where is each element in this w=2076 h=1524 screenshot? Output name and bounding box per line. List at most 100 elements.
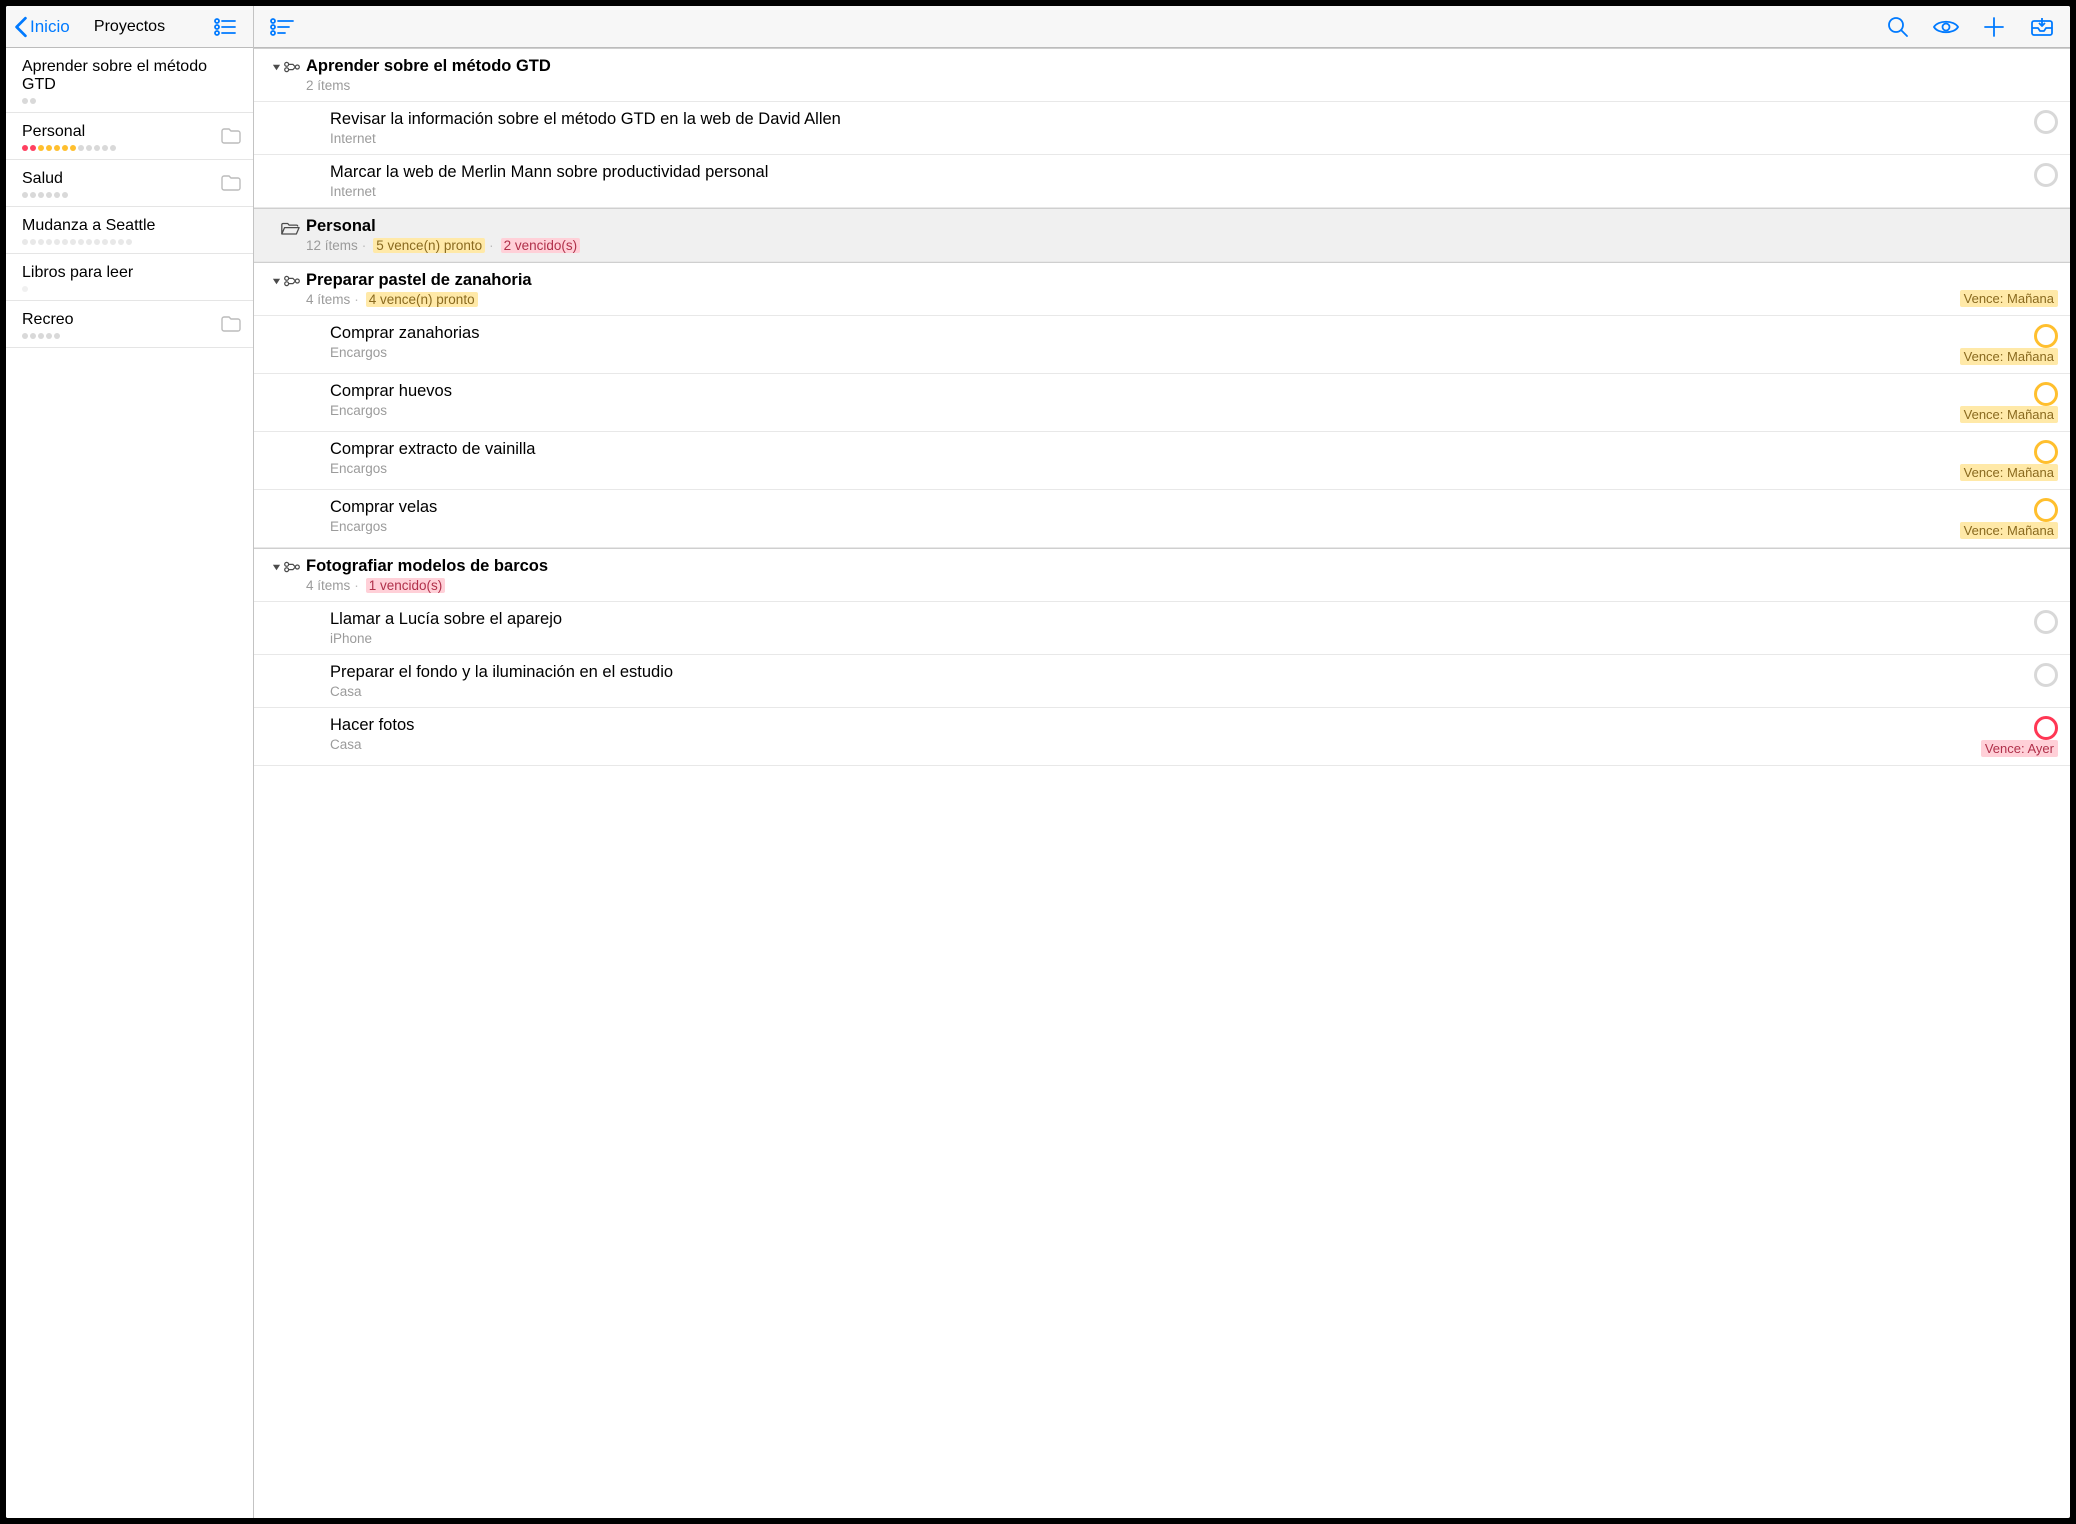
sidebar-item-title: Salud [22, 170, 241, 188]
row-content: Personal 12 ítems·5 vence(n) pronto·2 ven… [300, 217, 2050, 253]
row-content: Comprar velasEncargos [300, 498, 1952, 534]
complete-checkbox[interactable] [2034, 324, 2058, 348]
row-content: Comprar zanahorias Encargos [300, 324, 1952, 360]
complete-checkbox[interactable] [2034, 382, 2058, 406]
context-label: Encargos [330, 461, 387, 476]
row-subtitle: Encargos [330, 461, 1952, 476]
main-list: Aprender sobre el método GTD2 ítems Revis… [254, 48, 2070, 1518]
row-subtitle: Encargos [330, 519, 1952, 534]
due-badge: Vence: Mañana [1960, 522, 2058, 539]
folder-open-icon [280, 221, 300, 236]
task-row[interactable]: Comprar zanahorias Encargos Vence: Mañana [254, 316, 2070, 374]
sidebar-item[interactable]: Salud [6, 160, 253, 207]
row-right [2034, 163, 2058, 199]
back-label: Inicio [30, 17, 70, 37]
complete-checkbox[interactable] [2034, 498, 2058, 522]
context-label: Encargos [330, 345, 387, 360]
due-soon-chip: 5 vence(n) pronto [373, 238, 485, 253]
filter-icon[interactable] [262, 7, 302, 47]
eye-icon[interactable] [1926, 7, 1966, 47]
due-badge: Vence: Mañana [1960, 406, 2058, 423]
project-row[interactable]: Preparar pastel de zanahoria4 ítems·4 ve… [254, 262, 2070, 316]
context-label: Encargos [330, 403, 387, 418]
row-title: Comprar extracto de vainilla [330, 440, 1952, 459]
row-subtitle: Internet [330, 184, 2026, 199]
sidebar-item[interactable]: Recreo [6, 301, 253, 348]
progress-dots [22, 239, 241, 245]
context-label: iPhone [330, 631, 372, 646]
complete-checkbox[interactable] [2034, 663, 2058, 687]
project-row[interactable]: Fotografiar modelos de barcos4 ítems·1 v… [254, 548, 2070, 602]
row-subtitle: Casa [330, 684, 2026, 699]
due-badge: Vence: Mañana [1960, 290, 2058, 307]
view-options-icon[interactable] [205, 7, 245, 47]
progress-dots [22, 286, 241, 292]
row-handle [262, 663, 300, 667]
task-row[interactable]: Preparar el fondo y la iluminación en el… [254, 655, 2070, 708]
row-subtitle: 12 ítems·5 vence(n) pronto·2 vencido(s) [306, 238, 2050, 253]
row-handle [262, 557, 300, 573]
progress-dots [22, 333, 241, 339]
add-icon[interactable] [1974, 7, 2014, 47]
sidebar-item[interactable]: Aprender sobre el método GTD [6, 48, 253, 113]
due-soon-chip: 4 vence(n) pronto [366, 292, 478, 307]
search-icon[interactable] [1878, 7, 1918, 47]
task-row[interactable]: Hacer fotosCasaVence: Ayer [254, 708, 2070, 766]
complete-checkbox[interactable] [2034, 110, 2058, 134]
sidebar-item[interactable]: Personal [6, 113, 253, 160]
disclosure-triangle-icon[interactable] [272, 63, 281, 72]
row-content: Preparar el fondo y la iluminación en el… [300, 663, 2026, 699]
disclosure-triangle-icon[interactable] [272, 277, 281, 286]
row-subtitle: iPhone [330, 631, 2026, 646]
disclosure-triangle-icon[interactable] [272, 563, 281, 572]
row-right: Vence: Ayer [1981, 716, 2058, 757]
overdue-chip: 1 vencido(s) [366, 578, 446, 593]
complete-checkbox[interactable] [2034, 440, 2058, 464]
task-row[interactable]: Comprar velasEncargos Vence: Mañana [254, 490, 2070, 548]
row-title: Comprar zanahorias [330, 324, 1952, 343]
row-handle [262, 110, 300, 114]
task-row[interactable]: Marcar la web de Merlin Mann sobre produ… [254, 155, 2070, 208]
sidebar-list: Aprender sobre el método GTD Personal Salu… [6, 48, 253, 1518]
row-content: Aprender sobre el método GTD2 ítems [300, 57, 2050, 93]
row-title: Preparar pastel de zanahoria [306, 271, 1952, 290]
complete-checkbox[interactable] [2034, 610, 2058, 634]
back-button[interactable]: Inicio [14, 16, 70, 38]
row-title: Llamar a Lucía sobre el aparejo [330, 610, 2026, 629]
row-right [2034, 663, 2058, 699]
overdue-chip: 2 vencido(s) [501, 238, 581, 253]
sidebar-title: Proyectos [94, 18, 165, 36]
row-title: Preparar el fondo y la iluminación en el… [330, 663, 2026, 682]
project-row[interactable]: Aprender sobre el método GTD2 ítems [254, 48, 2070, 102]
task-row[interactable]: Revisar la información sobre el método G… [254, 102, 2070, 155]
row-content: Comprar extracto de vainilla Encargos [300, 440, 1952, 476]
folder-row[interactable]: Personal 12 ítems·5 vence(n) pronto·2 ven… [254, 208, 2070, 262]
sidebar-item[interactable]: Mudanza a Seattle [6, 207, 253, 254]
row-right: Vence: Mañana [1960, 271, 2058, 307]
undo-icon[interactable] [314, 7, 354, 47]
row-content: Fotografiar modelos de barcos4 ítems·1 v… [300, 557, 2050, 593]
row-handle [262, 324, 300, 328]
row-subtitle: 4 ítems·1 vencido(s) [306, 578, 2050, 593]
row-right: Vence: Mañana [1960, 382, 2058, 423]
row-subtitle: Encargos [330, 403, 1952, 418]
context-label: Encargos [330, 519, 387, 534]
sidebar-item-title: Recreo [22, 311, 241, 329]
row-subtitle: Casa [330, 737, 1973, 752]
inbox-icon[interactable] [2022, 7, 2062, 47]
row-title: Personal [306, 217, 2050, 236]
main-toolbar [254, 6, 2070, 48]
sidebar-item-title: Libros para leer [22, 264, 241, 282]
sidebar-item[interactable]: Libros para leer [6, 254, 253, 301]
row-right: Vence: Mañana [1960, 324, 2058, 365]
task-row[interactable]: Comprar huevosEncargosVence: Mañana [254, 374, 2070, 432]
project-icon [284, 61, 300, 73]
sidebar-item-title: Personal [22, 123, 241, 141]
complete-checkbox[interactable] [2034, 716, 2058, 740]
complete-checkbox[interactable] [2034, 163, 2058, 187]
task-row[interactable]: Comprar extracto de vainilla Encargos Venc… [254, 432, 2070, 490]
due-badge: Vence: Ayer [1981, 740, 2058, 757]
sidebar-item-title: Aprender sobre el método GTD [22, 58, 241, 94]
task-row[interactable]: Llamar a Lucía sobre el aparejo iPhone [254, 602, 2070, 655]
due-badge: Vence: Mañana [1960, 464, 2058, 481]
